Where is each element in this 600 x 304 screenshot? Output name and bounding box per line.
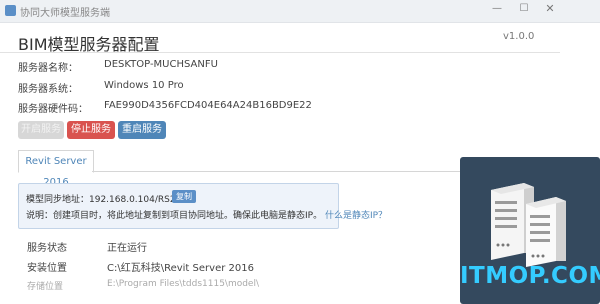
- service-status-value: 正在运行: [107, 243, 147, 254]
- server-icon: [491, 183, 566, 267]
- server-hwid-label: 服务器硬件码：: [18, 104, 88, 115]
- app-icon: [5, 5, 16, 16]
- notice-description: 说明：创建项目时，将此地址复制到项目协同地址。确保此电脑是静态IP。 什么是静态…: [26, 208, 387, 221]
- sync-address-text: 模型同步地址：192.168.0.104/RS2016: [26, 195, 193, 205]
- start-service-button[interactable]: 开启服务: [18, 121, 64, 139]
- window-title: 协同大师模型服务端: [20, 8, 110, 19]
- storage-location-label: 存储位置: [27, 282, 64, 292]
- version-label: v1.0.0: [503, 31, 535, 42]
- notice-desc-text: 说明：创建项目时，将此地址复制到项目协同地址。确保此电脑是静态IP。: [26, 211, 323, 221]
- static-ip-help-link[interactable]: 什么是静态IP？: [325, 211, 387, 221]
- header-divider: [0, 52, 560, 53]
- tab-revit-server-2016[interactable]: Revit Server 2016: [18, 150, 94, 188]
- server-hwid-value: FAE990D4356FCD404E64A24B16BD9E22: [104, 100, 312, 111]
- server-name-value: DESKTOP-MUCHSANFU: [104, 59, 218, 70]
- server-name-label: 服务器名称：: [18, 63, 78, 74]
- copy-button[interactable]: 复制: [172, 190, 196, 203]
- maximize-icon[interactable]: ☐: [519, 4, 529, 14]
- title-bar: 协同大师模型服务端 — ☐ ✕: [0, 0, 600, 23]
- sync-address-notice: 模型同步地址：192.168.0.104/RS2016 复制 说明：创建项目时，…: [18, 183, 387, 229]
- install-location-value: C:\红瓦科技\Revit Server 2016: [107, 263, 254, 274]
- server-os-label: 服务器系统：: [18, 84, 78, 95]
- install-location-label: 安装位置: [27, 263, 67, 274]
- minimize-icon[interactable]: —: [492, 4, 502, 14]
- storage-location-value: E:\Program Files\tdds1115\model\: [107, 279, 260, 289]
- watermark-text: ITMOP.COM: [460, 263, 600, 289]
- stop-service-button[interactable]: 停止服务: [67, 121, 115, 139]
- restart-service-button[interactable]: 重启服务: [118, 121, 166, 139]
- service-status-label: 服务状态: [27, 243, 67, 254]
- close-icon[interactable]: ✕: [545, 3, 555, 14]
- watermark-logo: ITMOP.COM: [460, 157, 600, 304]
- server-os-value: Windows 10 Pro: [104, 80, 184, 91]
